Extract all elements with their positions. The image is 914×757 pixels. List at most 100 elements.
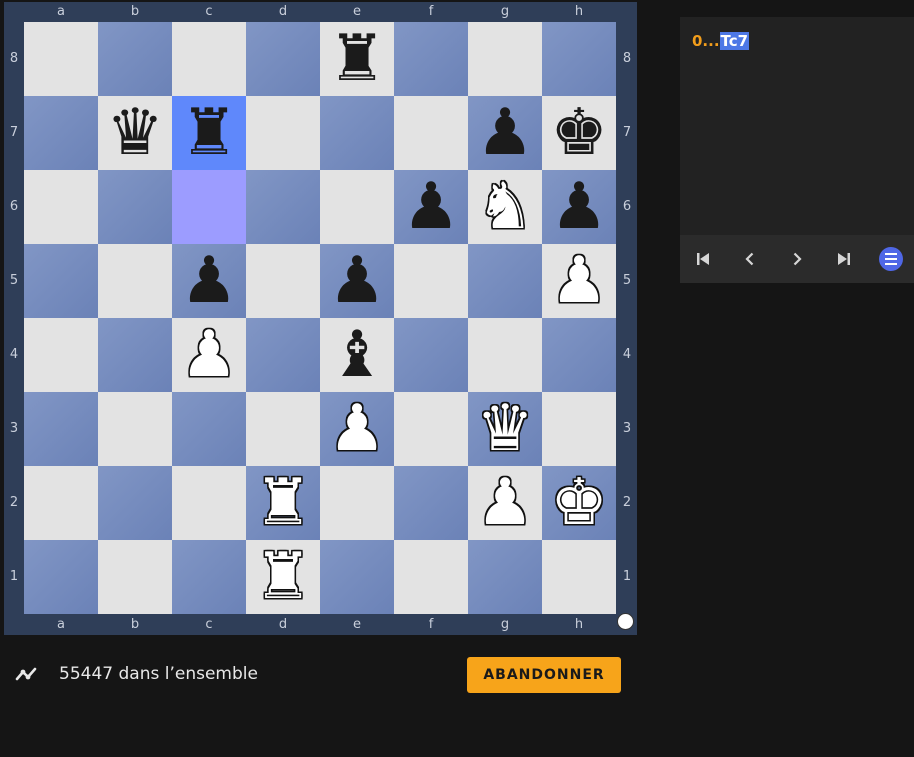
- white-pawn-piece[interactable]: ♟: [476, 471, 533, 535]
- square-c3[interactable]: [172, 392, 246, 466]
- square-b5[interactable]: [98, 244, 172, 318]
- square-h3[interactable]: [542, 392, 616, 466]
- rank-label: 5: [9, 273, 19, 288]
- black-pawn-piece[interactable]: ♟: [550, 175, 607, 239]
- square-h5[interactable]: ♟: [542, 244, 616, 318]
- resign-button[interactable]: ABANDONNER: [467, 657, 621, 693]
- square-a3[interactable]: [24, 392, 98, 466]
- white-knight-piece[interactable]: ♞: [476, 175, 533, 239]
- white-pawn-piece[interactable]: ♟: [550, 249, 607, 313]
- square-g1[interactable]: [468, 540, 542, 614]
- square-e3[interactable]: ♟: [320, 392, 394, 466]
- black-pawn-piece[interactable]: ♟: [402, 175, 459, 239]
- square-c4[interactable]: ♟: [172, 318, 246, 392]
- square-h4[interactable]: [542, 318, 616, 392]
- square-f4[interactable]: [394, 318, 468, 392]
- square-c8[interactable]: [172, 22, 246, 96]
- skip-first-icon: [697, 253, 710, 265]
- white-king-piece[interactable]: ♚: [550, 471, 607, 535]
- black-bishop-piece[interactable]: ♝: [328, 323, 385, 387]
- square-e8[interactable]: ♜: [320, 22, 394, 96]
- square-a8[interactable]: [24, 22, 98, 96]
- square-b3[interactable]: [98, 392, 172, 466]
- square-d8[interactable]: [246, 22, 320, 96]
- white-pawn-piece[interactable]: ♟: [180, 323, 237, 387]
- square-a5[interactable]: [24, 244, 98, 318]
- square-g6[interactable]: ♞: [468, 170, 542, 244]
- square-d2[interactable]: ♜: [246, 466, 320, 540]
- square-a4[interactable]: [24, 318, 98, 392]
- square-f3[interactable]: [394, 392, 468, 466]
- file-coordinates-bottom: a b c d e f g h: [24, 615, 616, 635]
- square-a1[interactable]: [24, 540, 98, 614]
- black-rook-piece[interactable]: ♜: [180, 101, 237, 165]
- square-b8[interactable]: [98, 22, 172, 96]
- square-b4[interactable]: [98, 318, 172, 392]
- move-number: 0...: [692, 32, 720, 50]
- square-a7[interactable]: [24, 96, 98, 170]
- square-f6[interactable]: ♟: [394, 170, 468, 244]
- square-e1[interactable]: [320, 540, 394, 614]
- move-notation[interactable]: Tc7: [719, 32, 750, 50]
- square-c2[interactable]: [172, 466, 246, 540]
- black-queen-piece[interactable]: ♛: [106, 101, 163, 165]
- square-f7[interactable]: [394, 96, 468, 170]
- white-queen-piece[interactable]: ♛: [476, 397, 533, 461]
- square-f5[interactable]: [394, 244, 468, 318]
- file-label: d: [278, 617, 288, 632]
- square-h8[interactable]: [542, 22, 616, 96]
- square-g7[interactable]: ♟: [468, 96, 542, 170]
- black-pawn-piece[interactable]: ♟: [328, 249, 385, 313]
- square-d3[interactable]: [246, 392, 320, 466]
- square-b1[interactable]: [98, 540, 172, 614]
- file-label: h: [574, 617, 584, 632]
- square-c7[interactable]: ♜: [172, 96, 246, 170]
- next-move-button[interactable]: [774, 235, 821, 283]
- square-f8[interactable]: [394, 22, 468, 96]
- last-move-button[interactable]: [820, 235, 867, 283]
- board-squares[interactable]: ♜ ♛ ♜ ♟ ♚ ♟ ♞ ♟ ♟ ♟ ♟ ♟ ♝ ♟ ♛ ♜ ♟ ♚ ♜: [24, 22, 616, 614]
- square-a2[interactable]: [24, 466, 98, 540]
- square-e7[interactable]: [320, 96, 394, 170]
- square-d6[interactable]: [246, 170, 320, 244]
- square-b6[interactable]: [98, 170, 172, 244]
- black-king-piece[interactable]: ♚: [550, 101, 607, 165]
- square-h6[interactable]: ♟: [542, 170, 616, 244]
- white-pawn-piece[interactable]: ♟: [328, 397, 385, 461]
- square-g5[interactable]: [468, 244, 542, 318]
- square-c1[interactable]: [172, 540, 246, 614]
- square-c6[interactable]: [172, 170, 246, 244]
- square-g3[interactable]: ♛: [468, 392, 542, 466]
- square-d4[interactable]: [246, 318, 320, 392]
- square-e5[interactable]: ♟: [320, 244, 394, 318]
- square-g4[interactable]: [468, 318, 542, 392]
- square-g8[interactable]: [468, 22, 542, 96]
- rank-label: 1: [622, 569, 632, 584]
- square-e2[interactable]: [320, 466, 394, 540]
- square-h1[interactable]: [542, 540, 616, 614]
- black-pawn-piece[interactable]: ♟: [476, 101, 533, 165]
- square-e6[interactable]: [320, 170, 394, 244]
- white-rook-piece[interactable]: ♜: [254, 471, 311, 535]
- black-pawn-piece[interactable]: ♟: [180, 249, 237, 313]
- first-move-button[interactable]: [680, 235, 727, 283]
- square-c5[interactable]: ♟: [172, 244, 246, 318]
- skip-last-icon: [837, 253, 850, 265]
- black-rook-piece[interactable]: ♜: [328, 27, 385, 91]
- square-a6[interactable]: [24, 170, 98, 244]
- square-h7[interactable]: ♚: [542, 96, 616, 170]
- previous-move-button[interactable]: [727, 235, 774, 283]
- square-d1[interactable]: ♜: [246, 540, 320, 614]
- white-rook-piece[interactable]: ♜: [254, 545, 311, 609]
- board-menu-button[interactable]: [867, 235, 914, 283]
- square-e4[interactable]: ♝: [320, 318, 394, 392]
- square-d5[interactable]: [246, 244, 320, 318]
- rank-label: 3: [9, 421, 19, 436]
- square-f1[interactable]: [394, 540, 468, 614]
- square-d7[interactable]: [246, 96, 320, 170]
- square-g2[interactable]: ♟: [468, 466, 542, 540]
- square-b7[interactable]: ♛: [98, 96, 172, 170]
- square-h2[interactable]: ♚: [542, 466, 616, 540]
- square-b2[interactable]: [98, 466, 172, 540]
- square-f2[interactable]: [394, 466, 468, 540]
